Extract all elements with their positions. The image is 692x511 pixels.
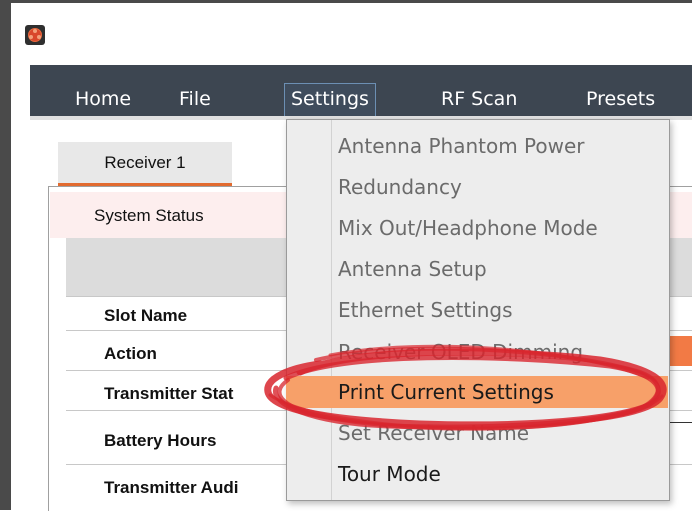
menu-file[interactable]: File: [173, 83, 217, 115]
row-label-battery-hours: Battery Hours: [104, 431, 217, 450]
menu-icon-gutter: [287, 120, 332, 500]
menu-item-mix-out-headphone-mode[interactable]: Mix Out/Headphone Mode: [338, 212, 598, 244]
row-label-slot-name: Slot Name: [104, 306, 188, 325]
menu-item-print-current-settings[interactable]: Print Current Settings: [286, 376, 668, 408]
row-label-transmitter-status: Transmitter Stat: [104, 384, 234, 403]
menu-home[interactable]: Home: [69, 83, 137, 115]
menu-settings[interactable]: Settings: [284, 83, 376, 117]
menu-rf-scan[interactable]: RF Scan: [435, 83, 523, 115]
row-label-transmitter-audio: Transmitter Audi: [104, 478, 239, 497]
menu-item-tour-mode[interactable]: Tour Mode: [338, 458, 441, 490]
menu-bar: Home File Settings RF Scan Presets: [30, 65, 692, 117]
menu-item-antenna-setup[interactable]: Antenna Setup: [338, 253, 487, 285]
app-logo-icon: [25, 25, 45, 45]
menu-item-antenna-phantom-power[interactable]: Antenna Phantom Power: [338, 130, 585, 162]
menu-item-redundancy[interactable]: Redundancy: [338, 171, 462, 203]
settings-dropdown-menu: Antenna Phantom Power Redundancy Mix Out…: [286, 119, 670, 501]
row-label-action: Action: [104, 344, 157, 363]
menu-item-set-receiver-name[interactable]: Set Receiver Name: [338, 417, 529, 449]
menu-item-receiver-oled-dimming[interactable]: Receiver OLED Dimming: [338, 336, 583, 368]
title-bar: [11, 3, 692, 65]
system-status-title: System Status: [94, 206, 204, 225]
menu-item-ethernet-settings[interactable]: Ethernet Settings: [338, 294, 513, 326]
window-frame-left: [0, 0, 11, 510]
tab-receiver-1[interactable]: Receiver 1: [58, 142, 232, 185]
menu-presets[interactable]: Presets: [580, 83, 661, 115]
